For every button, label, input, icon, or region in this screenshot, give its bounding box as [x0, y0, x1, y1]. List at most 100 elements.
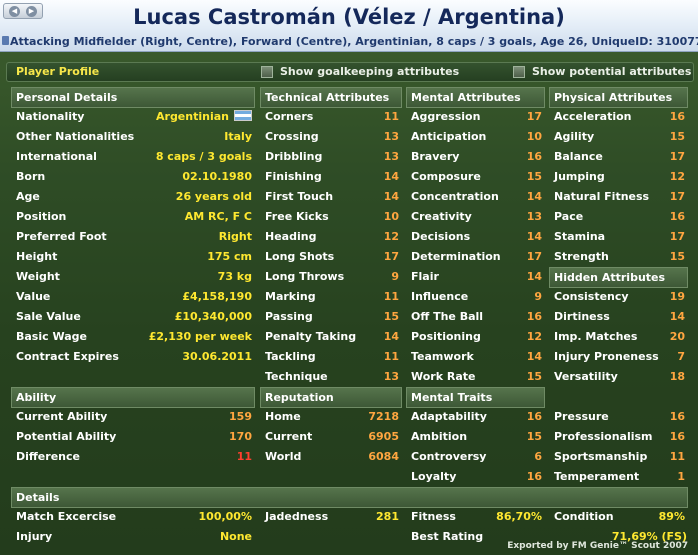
traits-value: 6 — [534, 450, 542, 463]
technical-row: Marking 11 — [261, 287, 401, 307]
physical-label: Acceleration — [554, 110, 632, 123]
technical-row: Tackling 11 — [261, 347, 401, 367]
details-row: Jadedness 281 — [261, 507, 401, 527]
mental-label: Influence — [411, 290, 469, 303]
mental-value: 17 — [526, 110, 542, 123]
mental-value: 16 — [526, 150, 542, 163]
physical-row: Acceleration 16 — [550, 107, 687, 127]
traits-row: Loyalty 16 — [407, 467, 544, 487]
details-label: Fitness — [411, 510, 456, 523]
technical-value: 13 — [383, 370, 399, 383]
mental-label: Concentration — [411, 190, 499, 203]
show-goalkeeping-checkbox[interactable] — [261, 66, 273, 78]
profile-bar: Player Profile Show goalkeeping attribut… — [6, 62, 694, 82]
traits2-label: Pressure — [554, 410, 609, 423]
hidden-row: Imp. Matches 20 — [550, 327, 687, 347]
physical-value: 12 — [669, 170, 685, 183]
mental-value: 10 — [526, 130, 542, 143]
hidden-row: Versatility 18 — [550, 367, 687, 387]
mental-value: 12 — [526, 330, 542, 343]
technical-value: 11 — [383, 290, 399, 303]
personal-row: Born 02.10.1980 — [12, 167, 254, 187]
traits-section-header: Mental Traits — [406, 387, 545, 408]
physical-label: Strength — [554, 250, 609, 263]
personal-label: Value — [16, 290, 51, 303]
mental-label: Off The Ball — [411, 310, 484, 323]
mental-row: Bravery 16 — [407, 147, 544, 167]
mental-label: Creativity — [411, 210, 472, 223]
technical-section-header: Technical Attributes — [260, 87, 402, 108]
show-potential-checkbox[interactable] — [513, 66, 525, 78]
personal-label: Contract Expires — [16, 350, 119, 363]
technical-value: 13 — [383, 150, 399, 163]
mental-label: Anticipation — [411, 130, 487, 143]
ability-label: Potential Ability — [16, 430, 117, 443]
mental-row: Concentration 14 — [407, 187, 544, 207]
hidden-row: Injury Proneness 7 — [550, 347, 687, 367]
technical-label: Dribbling — [265, 150, 323, 163]
personal-value: Italy — [224, 130, 252, 143]
mental-value: 14 — [526, 270, 542, 283]
reputation-section-header: Reputation — [260, 387, 402, 408]
mental-label: Bravery — [411, 150, 460, 163]
personal-value: AM RC, F C — [184, 210, 252, 223]
personal-label: Born — [16, 170, 46, 183]
show-potential-label[interactable]: Show potential attributes — [532, 65, 691, 78]
technical-label: Technique — [265, 370, 328, 383]
mental-row: Off The Ball 16 — [407, 307, 544, 327]
personal-section-header: Personal Details — [11, 87, 255, 108]
mental-row: Composure 15 — [407, 167, 544, 187]
physical-row: Pace 16 — [550, 207, 687, 227]
personal-label: Sale Value — [16, 310, 81, 323]
personal-row: Age 26 years old — [12, 187, 254, 207]
mental-label: Teamwork — [411, 350, 474, 363]
details-row: Condition 89% — [550, 507, 687, 527]
hidden-label: Consistency — [554, 290, 629, 303]
mental-value: 17 — [526, 250, 542, 263]
show-goalkeeping-label[interactable]: Show goalkeeping attributes — [280, 65, 459, 78]
personal-value: 8 caps / 3 goals — [155, 150, 252, 163]
personal-row: Height 175 cm — [12, 247, 254, 267]
mental-value: 16 — [526, 310, 542, 323]
technical-row: Finishing 14 — [261, 167, 401, 187]
personal-row: Nationality Argentinian — [12, 107, 254, 127]
details-row: Fitness 86,70% — [407, 507, 544, 527]
technical-label: Marking — [265, 290, 316, 303]
technical-row: First Touch 14 — [261, 187, 401, 207]
mental-row: Work Rate 15 — [407, 367, 544, 387]
physical-section-header: Physical Attributes — [549, 87, 688, 108]
technical-row: Dribbling 13 — [261, 147, 401, 167]
ability-row: Current Ability 159 — [12, 407, 254, 427]
details-row: Match Excercise 100,00% — [12, 507, 254, 527]
traits2-value: 16 — [669, 430, 685, 443]
personal-label: Age — [16, 190, 40, 203]
mental-value: 13 — [526, 210, 542, 223]
argentina-flag-icon — [234, 110, 252, 121]
player-subtitle: Attacking Midfielder (Right, Centre), Fo… — [2, 35, 698, 48]
technical-value: 14 — [383, 170, 399, 183]
mental-row: Teamwork 14 — [407, 347, 544, 367]
technical-label: Passing — [265, 310, 313, 323]
physical-label: Agility — [554, 130, 595, 143]
details-label: Match Excercise — [16, 510, 117, 523]
reputation-value: 6084 — [368, 450, 399, 463]
physical-value: 15 — [669, 250, 685, 263]
details-value: None — [219, 530, 252, 543]
traits2-row: Sportsmanship 11 — [550, 447, 687, 467]
physical-value: 17 — [669, 150, 685, 163]
info-icon — [2, 36, 9, 45]
personal-value: £10,340,000 — [174, 310, 252, 323]
traits2-label: Temperament — [554, 470, 640, 483]
physical-value: 16 — [669, 210, 685, 223]
ability-label: Current Ability — [16, 410, 108, 423]
physical-value: 16 — [669, 110, 685, 123]
personal-label: Basic Wage — [16, 330, 87, 343]
technical-value: 12 — [383, 230, 399, 243]
technical-row: Passing 15 — [261, 307, 401, 327]
physical-label: Pace — [554, 210, 584, 223]
personal-row: Position AM RC, F C — [12, 207, 254, 227]
personal-value: 175 cm — [207, 250, 252, 263]
ability-value: 159 — [229, 410, 252, 423]
technical-row: Long Shots 17 — [261, 247, 401, 267]
details-value: 86,70% — [496, 510, 542, 523]
